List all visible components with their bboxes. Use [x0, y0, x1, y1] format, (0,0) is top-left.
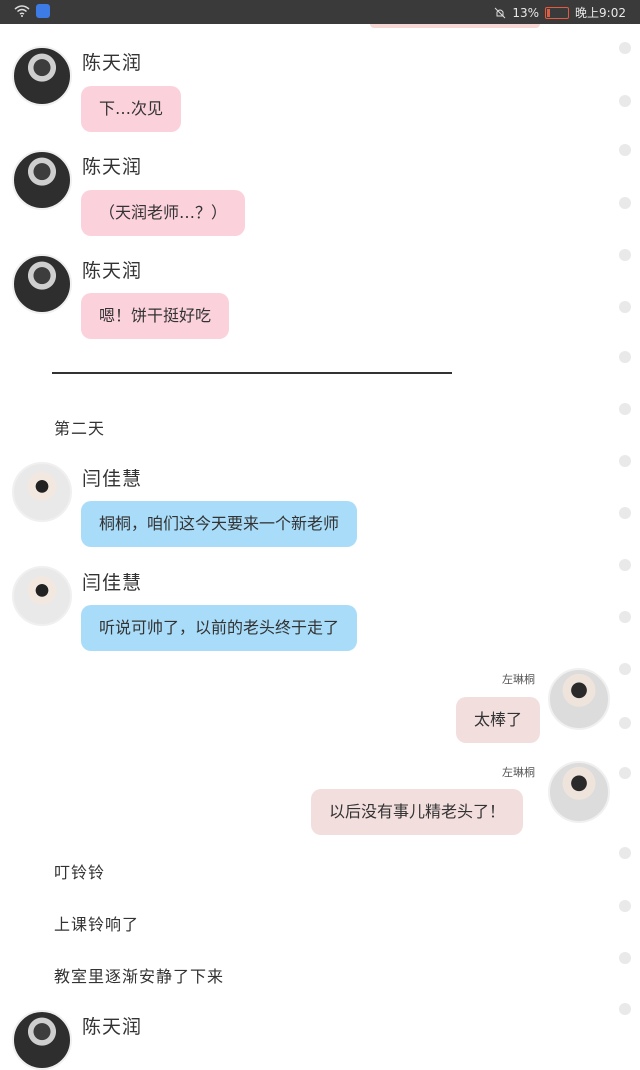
scene-divider — [52, 372, 452, 374]
clock: 晚上9:02 — [575, 6, 626, 20]
sender-name: 陈天润 — [82, 1016, 143, 1038]
scroll-dot — [619, 403, 631, 415]
battery-percent: 13% — [512, 5, 540, 20]
avatar[interactable] — [548, 761, 610, 823]
scroll-dot — [619, 144, 631, 156]
scroll-dot — [619, 301, 631, 313]
status-left — [14, 4, 50, 18]
scroll-dot — [619, 847, 631, 859]
avatar[interactable] — [12, 150, 72, 210]
scroll-dot — [619, 249, 631, 261]
scroll-dot — [619, 197, 631, 209]
status-right: 13% 晚上9:02 — [494, 4, 626, 21]
mute-bell-icon — [495, 7, 506, 18]
message-bubble[interactable]: 听说可帅了，以前的老头终于走了 — [81, 605, 358, 651]
avatar[interactable] — [12, 462, 72, 522]
message-bubble[interactable]: （天润老师…？） — [81, 190, 246, 236]
sender-name: 左琳桐 — [502, 766, 535, 779]
scroll-dot — [619, 351, 631, 363]
message-bubble[interactable]: 下…次见 — [81, 86, 182, 132]
narration-line: 教室里逐渐安静了下来 — [54, 967, 225, 986]
sender-name: 闫佳慧 — [82, 572, 143, 594]
narration-line: 上课铃响了 — [54, 915, 140, 934]
scroll-dot — [619, 95, 631, 107]
sender-name: 闫佳慧 — [82, 468, 143, 490]
battery-icon — [545, 6, 570, 19]
avatar[interactable] — [12, 566, 72, 626]
sender-name: 左琳桐 — [502, 673, 535, 686]
avatar[interactable] — [12, 254, 72, 314]
avatar[interactable] — [548, 668, 610, 730]
app-notification-icon — [36, 4, 50, 18]
scroll-dot — [619, 952, 631, 964]
avatar[interactable] — [12, 1010, 72, 1070]
status-bar: 13% 晚上9:02 — [0, 0, 640, 24]
scroll-dot — [619, 559, 631, 571]
sender-name: 陈天润 — [82, 156, 143, 178]
message-bubble[interactable]: 以后没有事儿精老头了！ — [311, 789, 524, 835]
scroll-dot — [619, 717, 631, 729]
message-bubble[interactable]: 太棒了 — [456, 697, 541, 743]
narration-day: 第二天 — [54, 419, 106, 438]
scroll-dot — [619, 1003, 631, 1015]
scroll-dot — [619, 611, 631, 623]
sender-name: 陈天润 — [82, 260, 143, 282]
battery-fill — [547, 8, 551, 17]
scroll-dot — [619, 900, 631, 912]
message-bubble[interactable]: 桐桐，咱们这今天要来一个新老师 — [81, 501, 358, 547]
scroll-dot — [619, 507, 631, 519]
scroll-dot — [619, 663, 631, 675]
previous-bubble-edge — [370, 24, 540, 28]
sender-name: 陈天润 — [82, 52, 143, 74]
avatar[interactable] — [12, 46, 72, 106]
scroll-dot — [619, 455, 631, 467]
narration-line: 叮铃铃 — [54, 863, 106, 882]
message-bubble[interactable]: 嗯！饼干挺好吃 — [81, 293, 230, 339]
wifi-icon — [14, 5, 30, 17]
scroll-dot — [619, 767, 631, 779]
scroll-dot — [619, 42, 631, 54]
